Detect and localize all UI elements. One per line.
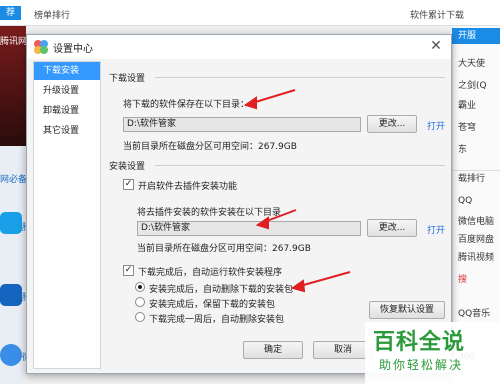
restore-defaults-button[interactable]: 恢复默认设置 [369,301,445,319]
bg-right-item[interactable]: QQ [458,196,500,206]
install-change-button[interactable]: 更改... [367,219,417,237]
auto-install-checkbox[interactable]: ✓ [123,265,134,276]
settings-nav: 下载安装 升级设置 卸载设置 其它设置 [33,61,101,369]
install-space-text: 当前目录所在磁盘分区可用空间：267.9GB [137,244,311,254]
dialog-title: 设置中心 [53,44,93,55]
ok-button[interactable]: 确定 [243,341,303,359]
plugin-free-label[interactable]: 开启软件去插件安装功能 [138,179,237,192]
bg-banner-text: 腾讯网游 [0,37,26,47]
bg-right-item[interactable]: 霸业 [458,98,500,111]
wechat-app-icon[interactable] [0,344,22,366]
download-open-link[interactable]: 打开 [427,119,445,132]
nav-item-other[interactable]: 其它设置 [34,122,100,140]
bg-left-item[interactable]: 网必备 [0,172,26,185]
bg-right-item[interactable]: 东 [458,142,500,155]
bg-right-item[interactable]: 搜 [458,272,500,285]
bg-right-item[interactable]: 百度网盘 [458,232,500,245]
radio-delete-after-install[interactable] [135,282,145,292]
radio-keep-package-label[interactable]: 安装完成后，保留下载的安装包 [149,297,275,310]
app-logo-icon [34,40,48,54]
install-path-field[interactable]: D:\软件管家 [137,221,361,236]
radio-delete-after-week[interactable] [135,312,145,322]
nav-item-uninstall[interactable]: 卸载设置 [34,102,100,120]
section-title-install: 安装设置 [109,162,146,172]
bg-right-item[interactable]: QQ音乐 [458,306,500,319]
nav-item-download-install[interactable]: 下载安装 [34,62,100,80]
download-dir-label: 将下载的软件保存在以下目录： [123,100,250,110]
bg-tab-ranking[interactable]: 榜单排行 [34,8,70,21]
watermark-subtitle: 助你轻松解决 [379,358,464,372]
close-icon[interactable]: ✕ [427,37,445,55]
plugin-free-checkbox[interactable]: ✓ [123,179,134,190]
bg-right-item[interactable]: 苍穹 [458,120,500,133]
bg-tab-recommend[interactable]: 荐 [0,6,22,20]
section-title-download: 下载设置 [109,74,146,84]
download-path-field[interactable]: D:\软件管家 [123,117,361,132]
bg-right-item[interactable]: 微信电脑 [458,214,500,227]
bg-rank-title: 载排行 [452,170,500,186]
section-divider [155,165,445,166]
nav-item-upgrade[interactable]: 升级设置 [34,82,100,100]
radio-delete-after-week-label[interactable]: 下载完成一周后，自动删除安装包 [149,312,284,325]
bg-right-item[interactable]: 之剑(Q [458,78,500,91]
tencent-app-icon[interactable] [0,284,22,306]
dialog-title-bar[interactable]: 设置中心 ✕ [27,35,451,59]
radio-delete-after-install-label[interactable]: 安装完成后，自动删除下载的安装包 [149,282,293,295]
tencent-app-icon[interactable] [0,212,22,234]
radio-keep-package[interactable] [135,297,145,307]
bg-right-header[interactable]: 开服 [452,28,500,44]
bg-top-right-label[interactable]: 软件累计下载 [410,8,464,21]
watermark: 百科全说 助你轻松解决 [365,322,500,384]
plugin-dir-label: 将去插件安装的软件安装在以下目录 [137,208,282,218]
auto-install-label[interactable]: 下载完成后，自动运行软件安装程序 [138,265,282,278]
download-change-button[interactable]: 更改... [367,115,417,133]
bg-right-item[interactable]: 腾讯视频 [458,250,500,263]
cancel-button[interactable]: 取消 [313,341,373,359]
watermark-title: 百科全说 [373,330,466,355]
download-space-text: 当前目录所在磁盘分区可用空间：267.9GB [123,142,297,152]
install-open-link[interactable]: 打开 [427,223,445,236]
bg-right-item[interactable]: 大天使 [458,56,500,69]
section-divider [155,77,445,78]
